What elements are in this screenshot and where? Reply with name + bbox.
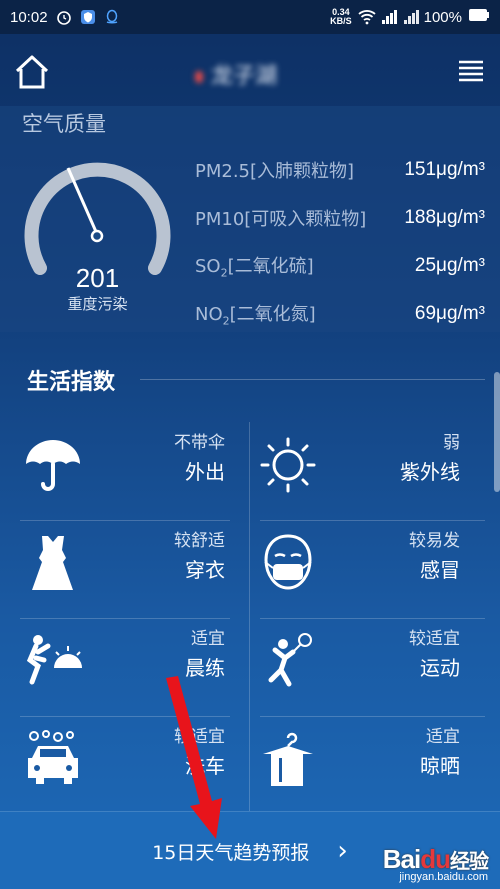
pollutant-name: PM10[可吸入颗粒物] bbox=[195, 209, 367, 230]
pollutant-name: SO2[二氧化硫] bbox=[195, 256, 314, 280]
life-index-item-outing[interactable]: 不带伞 外出 bbox=[20, 422, 250, 520]
pollutant-row: NO2[二氧化氮] 69μg/m³ bbox=[195, 290, 485, 338]
morning-exercise-icon bbox=[26, 635, 82, 685]
pollutant-value: 69μg/m³ bbox=[414, 303, 485, 324]
life-index-category: 外出 bbox=[185, 460, 225, 484]
status-time: 10:02 bbox=[10, 8, 48, 26]
life-index-level: 较易发 bbox=[409, 531, 460, 551]
sun-icon bbox=[260, 437, 316, 493]
life-index-level: 弱 bbox=[443, 433, 460, 453]
battery-percent: 100% bbox=[423, 8, 462, 26]
mask-icon bbox=[264, 534, 312, 590]
signal-4g-icon bbox=[402, 9, 419, 25]
life-index-level: 较适宜 bbox=[174, 727, 225, 747]
pollutant-list: PM2.5[入肺颗粒物] 151μg/m³ PM10[可吸入颗粒物] 188μg… bbox=[195, 146, 485, 338]
life-index-item-car-wash[interactable]: 较适宜 洗车 bbox=[20, 716, 250, 814]
car-wash-icon bbox=[28, 730, 78, 784]
life-index-level: 不带伞 bbox=[174, 433, 225, 453]
life-index-category: 紫外线 bbox=[400, 460, 460, 484]
location-pin-icon bbox=[195, 71, 203, 83]
life-index-category: 晾晒 bbox=[420, 754, 460, 778]
pollutant-row: PM2.5[入肺颗粒物] 151μg/m³ bbox=[195, 146, 485, 194]
qq-icon bbox=[104, 9, 120, 25]
life-index-item-drying[interactable]: 适宜 晾晒 bbox=[255, 716, 485, 814]
life-index-level: 较舒适 bbox=[174, 531, 225, 551]
hanger-icon bbox=[263, 732, 313, 786]
life-index-panel: 生活指数 不带伞 外出 弱 紫外线 较舒适 穿衣 较易发 感冒 适宜 晨练 较适… bbox=[0, 342, 500, 814]
baidu-watermark: Baidu经验 jingyan.baidu.com bbox=[382, 844, 489, 883]
life-index-item-dressing[interactable]: 较舒适 穿衣 bbox=[20, 520, 250, 618]
menu-icon bbox=[459, 60, 483, 82]
aqi-value: 201 bbox=[75, 263, 120, 293]
life-index-title: 生活指数 bbox=[27, 370, 116, 395]
divider bbox=[140, 379, 485, 380]
menu-button[interactable] bbox=[456, 58, 486, 86]
pollutant-value: 151μg/m³ bbox=[404, 159, 485, 180]
life-index-item-uv[interactable]: 弱 紫外线 bbox=[255, 422, 485, 520]
life-index-category: 晨练 bbox=[185, 656, 225, 680]
city-name[interactable]: 龙子湖 bbox=[195, 58, 277, 90]
battery-icon bbox=[468, 8, 490, 26]
chevron-right-icon: › bbox=[337, 836, 348, 866]
home-button[interactable] bbox=[14, 54, 50, 90]
app-header: 龙子湖 bbox=[0, 34, 500, 106]
umbrella-icon bbox=[26, 440, 80, 491]
life-index-item-cold[interactable]: 较易发 感冒 bbox=[255, 520, 485, 618]
pollutant-row: PM10[可吸入颗粒物] 188μg/m³ bbox=[195, 194, 485, 242]
pollutant-name: NO2[二氧化氮] bbox=[195, 304, 316, 328]
life-index-category: 穿衣 bbox=[185, 558, 225, 582]
aqi-level: 重度污染 bbox=[67, 295, 128, 313]
air-quality-title: 空气质量 bbox=[22, 112, 106, 136]
net-speed: 0.34 KB/S bbox=[330, 7, 352, 26]
pollutant-value: 188μg/m³ bbox=[404, 207, 485, 228]
life-index-category: 感冒 bbox=[420, 558, 460, 582]
pollutant-row: SO2[二氧化硫] 25μg/m³ bbox=[195, 242, 485, 290]
forecast-label: 15日天气趋势预报 bbox=[152, 841, 310, 864]
home-icon bbox=[15, 55, 49, 89]
wifi-icon bbox=[358, 9, 376, 25]
air-quality-panel[interactable]: 空气质量 201 重度污染 PM2.5[入肺颗粒物] 151μg/m³ PM10… bbox=[0, 106, 500, 332]
life-index-level: 适宜 bbox=[191, 629, 225, 649]
life-index-item-sport[interactable]: 较适宜 运动 bbox=[255, 618, 485, 716]
life-index-level: 较适宜 bbox=[409, 629, 460, 649]
scrollbar[interactable] bbox=[494, 372, 500, 492]
life-index-item-morning-exercise[interactable]: 适宜 晨练 bbox=[20, 618, 250, 716]
life-index-category: 运动 bbox=[420, 656, 460, 680]
signal-icon bbox=[380, 9, 397, 25]
status-bar: 10:02 0.34 KB/S 100% bbox=[0, 0, 500, 34]
dress-icon bbox=[32, 536, 73, 590]
sport-icon bbox=[268, 633, 312, 687]
bottom-bar: 15日天气趋势预报 › Baidu经验 jingyan.baidu.com bbox=[0, 811, 500, 889]
life-index-category: 洗车 bbox=[185, 754, 225, 778]
alarm-icon bbox=[56, 9, 72, 25]
life-index-level: 适宜 bbox=[426, 727, 460, 747]
pollutant-name: PM2.5[入肺颗粒物] bbox=[195, 161, 355, 182]
shield-app-icon bbox=[80, 9, 96, 25]
pollutant-value: 25μg/m³ bbox=[414, 255, 485, 276]
